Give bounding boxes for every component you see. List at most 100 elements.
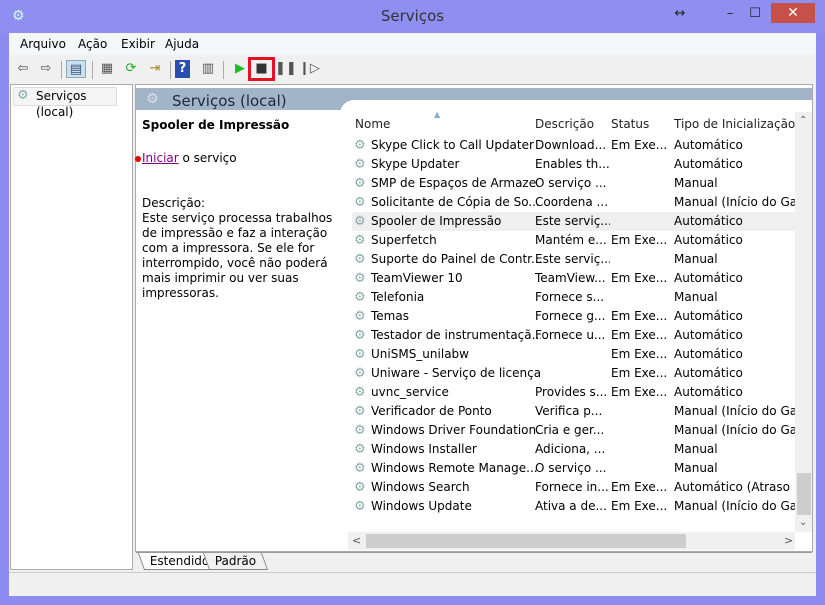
export-list-icon[interactable]: ⇥ bbox=[145, 60, 165, 78]
cell-startup-type: Automático bbox=[674, 138, 743, 152]
column-header-startup-type[interactable]: Tipo de Inicialização bbox=[674, 117, 795, 131]
table-row[interactable]: ⚙ Suporte do Painel de Contr... Este servi… bbox=[352, 250, 795, 269]
cell-name: Suporte do Painel de Contr... bbox=[371, 252, 541, 266]
cell-name: Windows Remote Manage... bbox=[371, 461, 538, 475]
action-pane-icon[interactable]: ▥ bbox=[198, 60, 218, 78]
menu-exibir[interactable]: Exibir bbox=[121, 37, 155, 51]
cell-status: Em Exe... bbox=[611, 309, 668, 323]
scroll-left-icon[interactable]: < bbox=[352, 534, 361, 547]
table-row[interactable]: ⚙ TeamViewer 10 TeamView... Em Exe... Automá… bbox=[352, 269, 795, 288]
column-header-name[interactable]: Nome bbox=[355, 117, 390, 131]
start-suffix: o serviço bbox=[178, 151, 237, 165]
scroll-up-icon[interactable]: ⌃ bbox=[799, 115, 807, 126]
forward-arrow-icon[interactable]: ⇨ bbox=[36, 60, 56, 78]
cell-startup-type: Automático bbox=[674, 366, 743, 380]
cell-name: Spooler de Impressão bbox=[371, 214, 502, 228]
refresh-icon[interactable]: ⟳ bbox=[121, 60, 141, 78]
tab-padrao[interactable]: Padrão bbox=[202, 553, 269, 570]
cell-description: Provides s... bbox=[535, 385, 608, 399]
resume-service-icon[interactable]: ❙▷ bbox=[299, 60, 320, 78]
table-row[interactable]: ⚙ Telefonia Fornece s... Manual bbox=[352, 288, 795, 307]
gear-icon: ⚙ bbox=[354, 423, 366, 438]
table-row[interactable]: ⚙ Skype Click to Call Updater Download... E… bbox=[352, 136, 795, 155]
table-row[interactable]: ⚙ Verificador de Ponto Verifica p... Manual… bbox=[352, 402, 795, 421]
menu-ajuda[interactable]: Ajuda bbox=[165, 37, 199, 51]
table-row[interactable]: ⚙ Testador de instrumentaçã... Fornece u..… bbox=[352, 326, 795, 345]
cell-description: TeamView... bbox=[535, 271, 606, 285]
cell-startup-type: Automático bbox=[674, 347, 743, 361]
table-row[interactable]: ⚙ Windows Search Fornece in... Em Exe... Aut… bbox=[352, 478, 795, 497]
table-row[interactable]: ⚙ SMP de Espaços de Armaze... O serviço ..… bbox=[352, 174, 795, 193]
table-row[interactable]: ⚙ Spooler de Impressão Este serviç... Autom… bbox=[352, 212, 795, 231]
cell-description: Enables th... bbox=[535, 157, 610, 171]
table-row[interactable]: ⚙ Windows Remote Manage... O serviço ... Ma… bbox=[352, 459, 795, 478]
cell-status: Em Exe... bbox=[611, 138, 668, 152]
table-row[interactable]: ⚙ Solicitante de Cópia de So... Coordena .… bbox=[352, 193, 795, 212]
gear-icon: ⚙ bbox=[354, 290, 366, 305]
vertical-scroll-thumb[interactable] bbox=[797, 473, 811, 515]
tree-item-services-local[interactable]: ⚙ Serviços (local) bbox=[13, 87, 117, 119]
scroll-down-icon[interactable]: ⌄ bbox=[799, 517, 807, 528]
toolbar-separator bbox=[223, 61, 224, 79]
sort-ascending-icon: ▲ bbox=[434, 110, 441, 119]
start-service-icon[interactable]: ▶ bbox=[230, 60, 250, 78]
stop-service-icon[interactable]: ■ bbox=[248, 57, 275, 81]
cell-status: Em Exe... bbox=[611, 499, 668, 513]
toolbar-separator bbox=[61, 61, 62, 79]
maximize-button[interactable]: ☐ bbox=[745, 4, 765, 24]
cell-name: Solicitante de Cópia de So... bbox=[371, 195, 540, 209]
table-row[interactable]: ⚙ UniSMS_unilabw Em Exe... Automático bbox=[352, 345, 795, 364]
gear-icon: ⚙ bbox=[354, 404, 366, 419]
cursor-dot bbox=[135, 156, 141, 162]
minimize-button[interactable]: – bbox=[720, 4, 740, 24]
table-row[interactable]: ⚙ uvnc_service Provides s... Em Exe... Autom… bbox=[352, 383, 795, 402]
gear-icon: ⚙ bbox=[354, 461, 366, 476]
cell-description: Ativa a de... bbox=[535, 499, 607, 513]
cell-description: Fornece in... bbox=[535, 480, 609, 494]
detail-service-name: Spooler de Impressão bbox=[142, 118, 290, 132]
cell-startup-type: Automático bbox=[674, 328, 743, 342]
table-row[interactable]: ⚙ Windows Driver Foundation... Cria e ger.… bbox=[352, 421, 795, 440]
column-header-status[interactable]: Status bbox=[611, 117, 649, 131]
cell-startup-type: Manual bbox=[674, 461, 718, 475]
cell-description: Coordena ... bbox=[535, 195, 609, 209]
vertical-scrollbar[interactable] bbox=[795, 112, 812, 532]
cell-name: Temas bbox=[371, 309, 409, 323]
cell-startup-type: Manual bbox=[674, 442, 718, 456]
pause-service-icon[interactable]: ❚❚ bbox=[275, 60, 297, 78]
cell-startup-type: Automático bbox=[674, 233, 743, 247]
horizontal-scroll-thumb[interactable] bbox=[366, 534, 686, 548]
cell-name: Windows Installer bbox=[371, 442, 477, 456]
menu-acao[interactable]: Ação bbox=[78, 37, 107, 51]
table-row[interactable]: ⚙ Skype Updater Enables th... Automático bbox=[352, 155, 795, 174]
cell-description: O serviço ... bbox=[535, 461, 607, 475]
table-row[interactable]: ⚙ Windows Update Ativa a de... Em Exe... Man… bbox=[352, 497, 795, 516]
cell-status: Em Exe... bbox=[611, 328, 668, 342]
cell-startup-type: Manual bbox=[674, 252, 718, 266]
table-row[interactable]: ⚙ Temas Fornece g... Em Exe... Automático bbox=[352, 307, 795, 326]
cell-startup-type: Manual bbox=[674, 176, 718, 190]
scroll-right-icon[interactable]: > bbox=[784, 534, 793, 547]
cell-description: Verifica p... bbox=[535, 404, 603, 418]
help-icon[interactable]: ? bbox=[175, 60, 190, 78]
menu-arquivo[interactable]: Arquivo bbox=[20, 37, 66, 51]
back-arrow-icon[interactable]: ⇦ bbox=[13, 60, 33, 78]
cell-name: TeamViewer 10 bbox=[371, 271, 463, 285]
cell-name: Testador de instrumentaçã... bbox=[371, 328, 541, 342]
cell-startup-type: Automático bbox=[674, 157, 743, 171]
column-header-description[interactable]: Descrição bbox=[535, 117, 594, 131]
gear-icon: ⚙ bbox=[354, 347, 366, 362]
table-row[interactable]: ⚙ Uniware - Serviço de licenças Em Exe... A… bbox=[352, 364, 795, 383]
table-row[interactable]: ⚙ Superfetch Mantém e... Em Exe... Automátic… bbox=[352, 231, 795, 250]
show-hide-console-tree-icon[interactable]: ▤ bbox=[66, 60, 86, 78]
cell-startup-type: Automático bbox=[674, 309, 743, 323]
start-service-link[interactable]: Iniciar bbox=[142, 151, 179, 165]
close-button[interactable]: ✕ bbox=[771, 3, 815, 23]
window-title: Serviços bbox=[380, 7, 445, 25]
cell-description: Fornece s... bbox=[535, 290, 605, 304]
cell-name: Superfetch bbox=[371, 233, 437, 247]
cell-startup-type: Manual (Início do Ga... bbox=[674, 195, 795, 209]
properties-icon[interactable]: ▦ bbox=[97, 60, 117, 78]
table-row[interactable]: ⚙ Windows Installer Adiciona, ... Manual bbox=[352, 440, 795, 459]
gear-icon: ⚙ bbox=[354, 157, 366, 172]
